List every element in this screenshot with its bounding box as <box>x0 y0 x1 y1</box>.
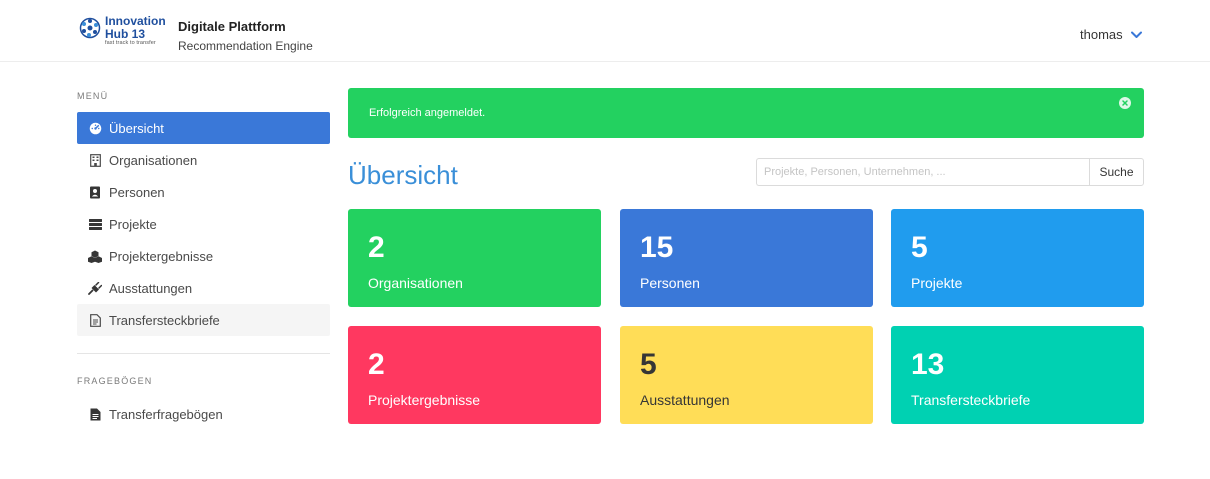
tile-projekte[interactable]: 5 Projekte <box>891 209 1144 307</box>
close-icon[interactable] <box>1119 97 1131 109</box>
page-title: Übersicht <box>348 160 458 190</box>
tile-label: Organisationen <box>368 275 463 291</box>
sidebar-item-transfersteckbriefe[interactable]: Transfersteckbriefe <box>77 304 330 336</box>
menu-divider <box>77 353 330 354</box>
tile-transfersteckbriefe[interactable]: 13 Transfersteckbriefe <box>891 326 1144 424</box>
brand-subtitle: Recommendation Engine <box>178 39 313 53</box>
document-icon <box>88 313 102 327</box>
file-icon <box>88 407 102 421</box>
logo-icon <box>79 17 101 39</box>
tile-count: 15 <box>640 231 674 264</box>
sidebar-item-organisationen[interactable]: Organisationen <box>77 144 330 176</box>
tile-label: Projekte <box>911 275 963 291</box>
search-button[interactable]: Suche <box>1089 158 1144 186</box>
user-menu-dropdown[interactable]: thomas <box>1080 27 1142 42</box>
tile-label: Ausstattungen <box>640 392 730 408</box>
sidebar-item-label: Projektergebnisse <box>109 248 214 264</box>
sidebar-item-label: Organisationen <box>109 152 198 168</box>
sidebar-item-projekte[interactable]: Projekte <box>77 208 330 240</box>
tile-count: 13 <box>911 348 945 381</box>
menu-section-label: MENÜ <box>77 91 109 101</box>
sidebar-item-label: Übersicht <box>109 120 164 136</box>
tile-ausstattungen[interactable]: 5 Ausstattungen <box>620 326 873 424</box>
tile-label: Transfersteckbriefe <box>911 392 1031 408</box>
tile-label: Projektergebnisse <box>368 392 481 408</box>
tile-personen[interactable]: 15 Personen <box>620 209 873 307</box>
menu-section-label: FRAGEBÖGEN <box>77 376 153 386</box>
building-icon <box>88 153 102 167</box>
brand-title: Digitale Plattform <box>178 19 286 34</box>
search-bar: Suche <box>756 158 1144 186</box>
tile-count: 5 <box>640 348 657 381</box>
address-book-icon <box>88 185 102 199</box>
dashboard-icon <box>88 121 102 135</box>
plug-icon <box>88 281 102 295</box>
success-notification: Erfolgreich angemeldet. <box>348 88 1144 138</box>
sidebar-item-label: Transfersteckbriefe <box>109 312 220 328</box>
notification-text: Erfolgreich angemeldet. <box>369 107 486 119</box>
sidebar-item-label: Transferfragebögen <box>109 406 223 422</box>
search-input[interactable] <box>756 158 1089 186</box>
sidebar-item-ausstattungen[interactable]: Ausstattungen <box>77 272 330 304</box>
tile-count: 2 <box>368 348 385 381</box>
tile-organisationen[interactable]: 2 Organisationen <box>348 209 601 307</box>
sidebar-item-projektergebnisse[interactable]: Projektergebnisse <box>77 240 330 272</box>
tile-projektergebnisse[interactable]: 2 Projektergebnisse <box>348 326 601 424</box>
user-name: thomas <box>1080 27 1123 42</box>
chevron-down-icon <box>1130 31 1142 38</box>
sidebar-item-transferfrageboegen[interactable]: Transferfragebögen <box>77 398 330 430</box>
logo-line2: Hub 13 <box>105 27 146 41</box>
tile-count: 5 <box>911 231 928 264</box>
tile-count: 2 <box>368 231 385 264</box>
list-icon <box>88 217 102 231</box>
innovation-hub-logo[interactable]: Innovation Hub 13 fast track to transfer <box>79 15 166 47</box>
sidebar-item-uebersicht[interactable]: Übersicht <box>77 112 330 144</box>
logo-tagline: fast track to transfer <box>105 40 156 46</box>
logo-line1: Innovation <box>105 14 166 28</box>
top-navbar: Innovation Hub 13 fast track to transfer… <box>0 0 1210 62</box>
tile-label: Personen <box>640 275 700 291</box>
sidebar-item-label: Ausstattungen <box>109 280 193 296</box>
cubes-icon <box>88 249 102 263</box>
sidebar-item-label: Personen <box>109 184 165 200</box>
sidebar-item-personen[interactable]: Personen <box>77 176 330 208</box>
sidebar-item-label: Projekte <box>109 216 157 232</box>
